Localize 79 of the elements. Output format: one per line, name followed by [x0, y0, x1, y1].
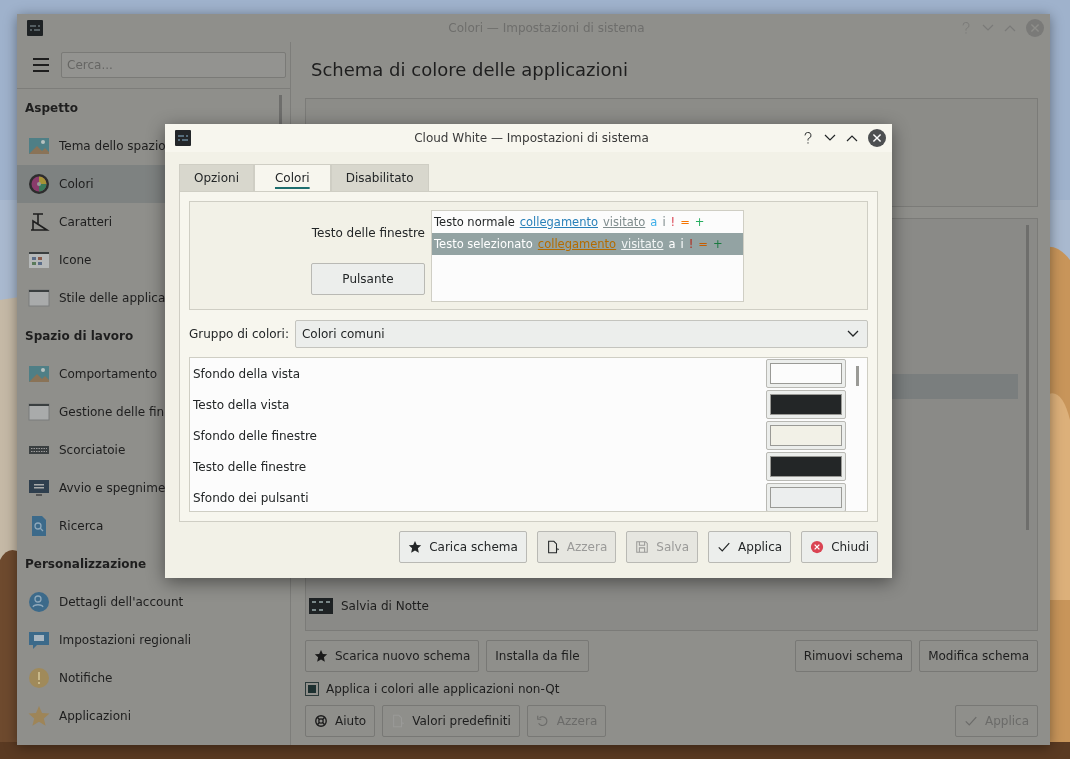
dialog-button[interactable]: Chiudi [801, 531, 878, 563]
color-group-dropdown[interactable]: Colori comuni [294, 320, 868, 348]
scheme-button[interactable]: Rimuovi schema [794, 640, 913, 672]
preview-text: + [694, 214, 705, 229]
menu-icon[interactable] [33, 58, 49, 72]
tab[interactable]: Disabilitato [330, 164, 429, 191]
color-role-label: Testo della vista [193, 397, 291, 412]
scheme-preview-icon [309, 597, 333, 614]
dialog-button[interactable]: Carica schema [399, 531, 527, 563]
checkbox[interactable] [305, 682, 319, 696]
preview-button[interactable]: Pulsante [311, 263, 425, 295]
window-title: Cloud White — Impostazioni di sistema [413, 131, 650, 145]
scheme-button[interactable]: Scarica nuovo schema [305, 640, 480, 672]
scrollbar[interactable] [856, 366, 859, 386]
close-icon [810, 540, 825, 554]
app-icon [27, 20, 43, 36]
undo-icon [535, 714, 550, 728]
landscape-icon [28, 363, 50, 385]
monitor-icon [28, 477, 50, 499]
dialog-button[interactable]: Applica [708, 531, 792, 563]
preview-text: i [680, 236, 684, 251]
font-icon [28, 211, 50, 233]
check-icon [963, 714, 978, 728]
footer-button[interactable]: Aiuto [305, 705, 376, 737]
check-icon [717, 540, 732, 554]
user-icon [28, 591, 50, 613]
scheme-button[interactable]: Installa da file [486, 640, 589, 672]
preview-text: ! [670, 214, 676, 229]
document-icon [545, 540, 560, 554]
close-icon[interactable] [868, 129, 886, 147]
preview-text: Testo selezionato [434, 236, 533, 251]
color-role-label: Sfondo delle finestre [193, 428, 318, 443]
preview-text: a [668, 236, 676, 251]
preview-text: i [662, 214, 666, 229]
floppy-icon [635, 540, 650, 554]
section-heading: Spazio di lavoro [25, 328, 134, 345]
window-icon [28, 401, 50, 423]
scheme-button[interactable]: Modifica schema [919, 640, 1038, 672]
sidebar-item[interactable]: Impostazioni regionali [17, 621, 290, 659]
grid-icon [28, 249, 50, 271]
color-role-label: Sfondo dei pulsanti [193, 490, 310, 505]
section-heading: Personalizzazione [25, 556, 147, 573]
preview-text: Testo normale [434, 214, 515, 229]
checkbox-label: Applica i colori alle applicazioni non-Qt [326, 682, 560, 696]
preview-label: Testo delle finestre [311, 226, 425, 240]
preview-text: visitato [603, 214, 646, 229]
preview-text: = [680, 214, 690, 229]
star-icon [314, 649, 328, 663]
preview-text: collegamento [519, 214, 598, 229]
page-title: Schema di colore delle applicazioni [310, 58, 629, 82]
landscape-icon [28, 135, 50, 157]
preview-text: ! [688, 236, 694, 251]
preview-text: a [650, 214, 658, 229]
section-heading: Aspetto [25, 100, 78, 117]
preview-text: collegamento [537, 236, 617, 251]
preview-text: = [698, 236, 708, 251]
sidebar-item[interactable]: Ricerca [17, 507, 290, 545]
help-icon[interactable] [802, 132, 814, 144]
sidebar-item[interactable]: Applicazioni [17, 697, 290, 735]
preview-text: + [712, 236, 723, 251]
footer-button[interactable]: Valori predefiniti [382, 705, 520, 737]
preview-text: visitato [621, 236, 664, 251]
star-icon [408, 540, 423, 554]
speech-bubble-icon [28, 629, 50, 651]
field-label: Gruppo di colori: [189, 327, 289, 341]
star-icon [28, 705, 50, 727]
exclamation-icon [28, 667, 50, 689]
color-wheel-icon [28, 173, 50, 195]
window-icon [28, 287, 50, 309]
scheme-item[interactable]: Salvia di Notte [306, 593, 1037, 618]
sidebar-item[interactable]: Notifiche [17, 659, 290, 697]
tab[interactable]: Opzioni [179, 164, 254, 191]
color-role-label: Sfondo della vista [193, 366, 302, 381]
app-icon [175, 130, 191, 146]
caret-icon [847, 330, 859, 338]
color-role-label: Testo delle finestre [193, 459, 308, 474]
tab[interactable]: Colori [254, 164, 331, 191]
sidebar-item[interactable]: Dettagli dell'account [17, 583, 290, 621]
lifebuoy-icon [314, 714, 328, 728]
